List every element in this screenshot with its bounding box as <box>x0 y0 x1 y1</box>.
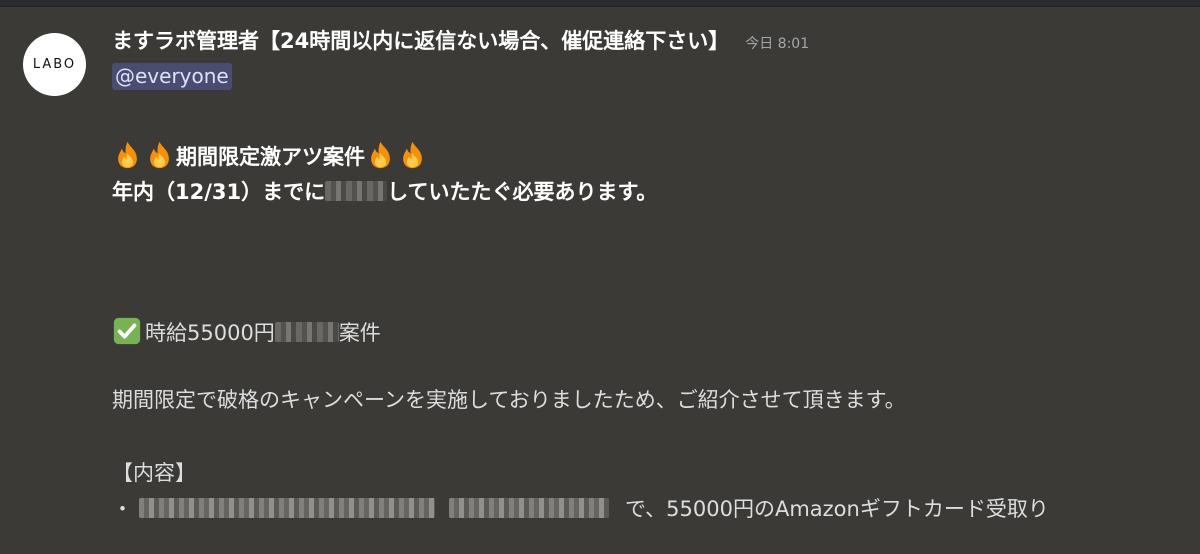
deadline-suffix: していたたぐ必要あります。 <box>387 180 658 204</box>
reward-line: ・ で、55000円のAmazonギフトカード受取り <box>112 495 1049 523</box>
pixelated-redaction <box>449 498 609 518</box>
avatar[interactable]: LABO <box>23 33 86 96</box>
headline-line: 期間限定激アツ案件 <box>112 140 429 171</box>
chat-message: LABO ますラボ管理者【24時間以内に返信ない場合、催促連絡下さい】 今日 8… <box>0 7 1200 554</box>
pixelated-redaction <box>274 322 339 342</box>
mention-everyone[interactable]: @everyone <box>112 63 232 90</box>
headline-text: 期間限定激アツ案件 <box>176 145 365 169</box>
username[interactable]: ますラボ管理者【24時間以内に返信ない場合、催促連絡下さい】 <box>112 25 729 55</box>
rate-prefix: 時給55000円 <box>145 321 275 345</box>
campaign-text: 期間限定で破格のキャンペーンを実施しておりましたため、ご紹介させて頂きます。 <box>112 388 906 412</box>
rate-suffix: 案件 <box>338 321 381 345</box>
message-header: ますラボ管理者【24時間以内に返信ない場合、催促連絡下さい】 今日 8:01 <box>112 25 1182 59</box>
rate-line: 時給55000円 案件 <box>112 316 381 347</box>
section-title: 【内容】 <box>112 461 196 485</box>
pixelated-redaction <box>139 498 435 518</box>
fire-icon <box>403 141 422 169</box>
fire-icon <box>118 141 137 169</box>
check-mark-button-icon <box>113 317 141 345</box>
deadline-line: 年内（12/31）までに していたたぐ必要あります。 <box>112 178 657 206</box>
pixelated-redaction <box>325 181 388 201</box>
bullet: ・ <box>112 497 133 521</box>
fire-icon <box>150 141 169 169</box>
fire-icon <box>371 141 390 169</box>
avatar-logo-text: LABO <box>32 57 77 72</box>
campaign-line: 期間限定で破格のキャンペーンを実施しておりましたため、ご紹介させて頂きます。 <box>112 386 906 414</box>
reward-text: で、55000円のAmazonギフトカード受取り <box>625 497 1049 521</box>
timestamp[interactable]: 今日 8:01 <box>745 33 809 53</box>
deadline-prefix: 年内（12/31）までに <box>112 180 326 204</box>
window-top-bar <box>0 0 1200 7</box>
message-content: ますラボ管理者【24時間以内に返信ない場合、催促連絡下さい】 今日 8:01 @… <box>112 25 1182 521</box>
section-title-line: 【内容】 <box>112 459 196 487</box>
